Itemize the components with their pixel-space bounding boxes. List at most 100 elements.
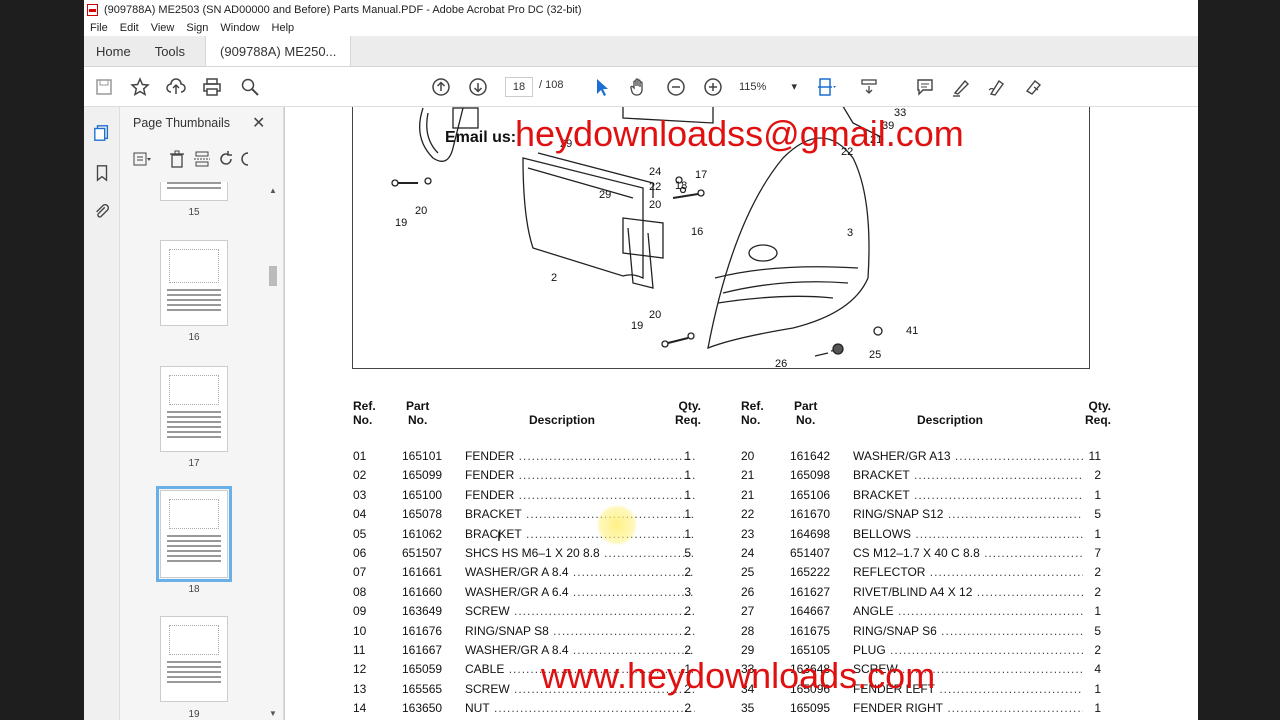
- quantity-cell: 1: [1094, 487, 1101, 502]
- page-thumbnails-icon[interactable]: [90, 121, 114, 145]
- ref-cell: 26: [741, 584, 755, 599]
- ref-cell: 04: [353, 507, 367, 522]
- callout: 19: [631, 320, 643, 332]
- menu-view[interactable]: View: [151, 22, 175, 34]
- ref-cell: 06: [353, 545, 367, 560]
- hand-tool-icon[interactable]: [626, 75, 650, 99]
- callout: 3: [847, 227, 853, 239]
- description-cell: BELLOWS ................................…: [853, 525, 1083, 544]
- select-pointer-icon[interactable]: [590, 75, 614, 99]
- scroll-thumb[interactable]: [269, 266, 277, 286]
- menu-file[interactable]: File: [90, 22, 108, 34]
- quantity-cell: 1: [684, 449, 691, 463]
- scroll-up-icon[interactable]: ▲: [269, 186, 277, 195]
- menu-help[interactable]: Help: [272, 22, 295, 34]
- quantity-cell: 1: [1094, 526, 1101, 541]
- part-number-cell: 651507: [402, 545, 443, 560]
- bookmark-icon[interactable]: [90, 161, 114, 185]
- leader-dots: ........................................…: [914, 468, 1083, 483]
- quantity-cell: 1: [684, 507, 691, 522]
- window-title: (909788A) ME2503 (SN AD00000 and Before)…: [104, 4, 582, 16]
- draw-icon[interactable]: [985, 75, 1009, 99]
- email-watermark: heydownloadss@gmail.com: [515, 113, 964, 154]
- description-text: BRACKET: [853, 468, 910, 483]
- scroll-mode-icon[interactable]: [857, 75, 881, 99]
- quantity-cell: 2: [684, 623, 691, 638]
- description-text: CS M12–1.7 X 40 C 8.8: [853, 545, 980, 560]
- thumbnail-page-15[interactable]: [160, 182, 228, 201]
- part-number-cell: 165099: [402, 468, 443, 483]
- part-number-cell: 165106: [790, 487, 831, 502]
- save-icon[interactable]: [92, 75, 116, 99]
- tab-home[interactable]: Home: [84, 36, 143, 66]
- menu-edit[interactable]: Edit: [120, 22, 139, 34]
- previous-page-icon[interactable]: [429, 75, 453, 99]
- zoom-select[interactable]: 115% ▾: [739, 77, 797, 97]
- thumbnail-label: 15: [188, 207, 200, 218]
- ref-cell: 09: [353, 604, 367, 619]
- star-icon[interactable]: [128, 75, 152, 99]
- description-text: WASHER/GR A 8.4: [465, 565, 569, 580]
- leader-dots: ........................................…: [941, 623, 1083, 638]
- part-number-cell: 165101: [402, 449, 443, 463]
- thumbnail-page-16[interactable]: [160, 240, 228, 326]
- thumbnail-page-19[interactable]: [160, 616, 228, 702]
- page-number-input[interactable]: 18: [505, 77, 533, 97]
- fit-page-icon[interactable]: [814, 75, 838, 99]
- ref-cell: 22: [741, 507, 755, 522]
- extract-icon[interactable]: [192, 149, 212, 169]
- leader-dots: ........................................…: [947, 507, 1083, 522]
- leader-dots: ........................................…: [518, 487, 695, 502]
- scroll-down-icon[interactable]: ▼: [269, 709, 277, 718]
- tab-document[interactable]: (909788A) ME250...: [205, 36, 352, 66]
- sign-icon[interactable]: [1022, 75, 1046, 99]
- search-icon[interactable]: [238, 75, 262, 99]
- part-number-cell: 165100: [402, 487, 443, 502]
- comment-icon[interactable]: [913, 75, 937, 99]
- quantity-cell: 2: [1094, 584, 1101, 599]
- table-row: 03 165100 FENDER .........................…: [353, 486, 723, 505]
- description-cell: NUT ....................................…: [465, 699, 695, 718]
- attachment-icon[interactable]: [90, 199, 114, 223]
- description-cell: RING/SNAP S8 ...........................…: [465, 622, 695, 641]
- next-page-icon[interactable]: [466, 75, 490, 99]
- print-icon[interactable]: [200, 75, 224, 99]
- leader-dots: ........................................…: [514, 604, 695, 619]
- menu-sign[interactable]: Sign: [186, 22, 208, 34]
- description-cell: SCREW ..................................…: [465, 602, 695, 621]
- table-row: 04 165078 BRACKET ........................…: [353, 505, 723, 524]
- cloud-upload-icon[interactable]: [164, 75, 188, 99]
- part-number-cell: 163650: [402, 701, 443, 716]
- thumbnail-page-17[interactable]: [160, 366, 228, 452]
- delete-icon[interactable]: [167, 149, 187, 169]
- part-number-cell: 161670: [790, 507, 831, 522]
- table-row: 14 163650 NUT ............................…: [353, 699, 723, 718]
- close-icon[interactable]: ✕: [252, 113, 265, 133]
- rotate-ccw-icon[interactable]: [216, 149, 236, 169]
- leader-dots: ........................................…: [954, 449, 1083, 463]
- leader-dots: ........................................…: [572, 584, 695, 599]
- description-text: FENDER: [465, 468, 515, 483]
- ref-cell: 07: [353, 565, 367, 580]
- tab-tools[interactable]: Tools: [143, 36, 197, 66]
- quantity-cell: 2: [684, 565, 691, 580]
- header-part-no: No.: [796, 413, 816, 427]
- description-cell: RING/SNAP S6 ...........................…: [853, 622, 1083, 641]
- zoom-in-icon[interactable]: [701, 75, 725, 99]
- zoom-out-icon[interactable]: [664, 75, 688, 99]
- title-bar: (909788A) ME2503 (SN AD00000 and Before)…: [84, 0, 1198, 20]
- options-menu-icon[interactable]: [132, 149, 152, 169]
- leader-dots: ........................................…: [604, 545, 695, 560]
- rotate-cw-icon[interactable]: [240, 149, 260, 169]
- quantity-cell: 5: [1094, 623, 1101, 638]
- menu-bar: File Edit View Sign Window Help: [84, 20, 1198, 36]
- panel-title: Page Thumbnails: [133, 116, 231, 130]
- thumbnail-page-18[interactable]: [156, 486, 232, 582]
- menu-window[interactable]: Window: [220, 22, 259, 34]
- callout: 19: [395, 217, 407, 229]
- description-text: SHCS HS M6–1 X 20 8.8: [465, 545, 600, 560]
- thumbnail-scrollbar[interactable]: ▲ ▼: [266, 182, 280, 720]
- thumbnail-label: 19: [188, 709, 200, 720]
- highlight-pen-icon[interactable]: [949, 75, 973, 99]
- header-qty: Qty.: [1088, 399, 1111, 413]
